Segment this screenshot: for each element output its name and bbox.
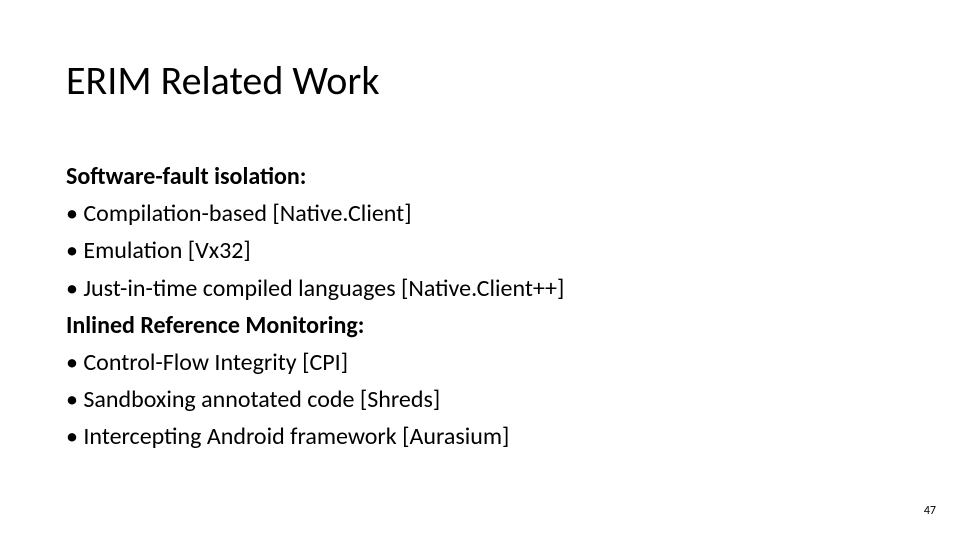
slide: ERIM Related Work Software-fault isolati…: [0, 0, 960, 540]
bullet-item: • Control-Flow Integrity [CPI]: [66, 344, 564, 381]
slide-body: Software-fault isolation: • Compilation-…: [66, 158, 564, 456]
bullet-item: • Emulation [Vx32]: [66, 232, 564, 269]
page-number: 47: [924, 504, 936, 518]
section-heading-2: Inlined Reference Monitoring:: [66, 307, 564, 344]
bullet-item: • Sandboxing annotated code [Shreds]: [66, 381, 564, 418]
bullet-item: • Compilation-based [Native.Client]: [66, 195, 564, 232]
bullet-item: • Just-in-time compiled languages [Nativ…: [66, 270, 564, 307]
slide-title: ERIM Related Work: [66, 56, 380, 105]
bullet-item: • Intercepting Android framework [Aurasi…: [66, 418, 564, 455]
section-heading-1: Software-fault isolation:: [66, 158, 564, 195]
